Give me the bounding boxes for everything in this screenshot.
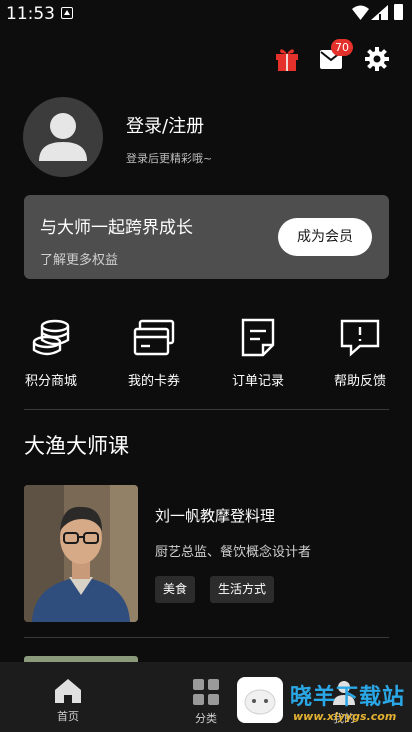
battery-icon [394, 4, 403, 20]
card-icon [133, 319, 175, 356]
quick-link-label: 帮助反馈 [333, 374, 386, 389]
login-register-link[interactable]: 登录/注册 [126, 112, 204, 138]
watermark: 晓羊下载站 www.xiyygs.com [237, 677, 412, 727]
category-icon [193, 679, 219, 705]
order-record-icon [241, 318, 275, 357]
course-tag[interactable]: 美食 [155, 576, 196, 603]
watermark-logo [237, 677, 283, 723]
nav-category[interactable]: 分类 [166, 662, 246, 732]
avatar[interactable] [23, 97, 103, 177]
course-description: 厨艺总监、餐饮概念设计者 [155, 545, 312, 560]
watermark-text: 晓羊下载站 [290, 685, 406, 710]
course-tag[interactable]: 生活方式 [210, 576, 275, 603]
watermark-url: www.xiyygs.com [293, 710, 397, 723]
membership-benefits-link[interactable]: 了解更多权益 [40, 249, 118, 268]
coins-icon [32, 319, 70, 356]
quick-link-my-coupons[interactable]: 我的卡券 [114, 318, 194, 389]
quick-link-label: 积分商城 [24, 374, 77, 389]
default-avatar-icon [39, 113, 87, 161]
course-thumbnail[interactable] [24, 485, 138, 622]
nav-home[interactable]: 首页 [28, 662, 108, 732]
gift-icon[interactable] [275, 46, 299, 72]
quick-links: 积分商城 我的卡券 订单记录 帮助反馈 [0, 318, 412, 389]
divider [24, 637, 389, 638]
nav-label: 首页 [57, 710, 79, 723]
divider [24, 409, 389, 410]
settings-gear-icon[interactable] [365, 47, 389, 71]
membership-title: 与大师一起跨界成长 [40, 218, 193, 238]
feedback-icon [340, 319, 380, 357]
quick-link-order-records[interactable]: 订单记录 [218, 318, 298, 389]
nav-label: 分类 [195, 712, 217, 725]
quick-link-label: 我的卡券 [127, 374, 180, 389]
status-time: 11:53 [6, 4, 55, 24]
signal-icon [371, 5, 388, 20]
section-title: 大渔大师课 [24, 434, 129, 458]
instructor-portrait [24, 485, 138, 622]
home-icon [55, 679, 81, 703]
mail-badge: 70 [331, 39, 353, 56]
login-hint: 登录后更精彩哦~ [126, 152, 213, 165]
status-bar: 11:53 [0, 0, 412, 28]
wifi-icon [352, 5, 369, 20]
quick-link-label: 订单记录 [231, 374, 284, 389]
quick-link-help-feedback[interactable]: 帮助反馈 [320, 318, 400, 389]
quick-link-points-mall[interactable]: 积分商城 [11, 318, 91, 389]
course-title[interactable]: 刘一帆教摩登料理 [155, 505, 275, 526]
become-member-button[interactable]: 成为会员 [278, 218, 372, 256]
membership-card[interactable]: 与大师一起跨界成长 了解更多权益 成为会员 [24, 195, 389, 279]
notification-app-icon [61, 7, 73, 19]
